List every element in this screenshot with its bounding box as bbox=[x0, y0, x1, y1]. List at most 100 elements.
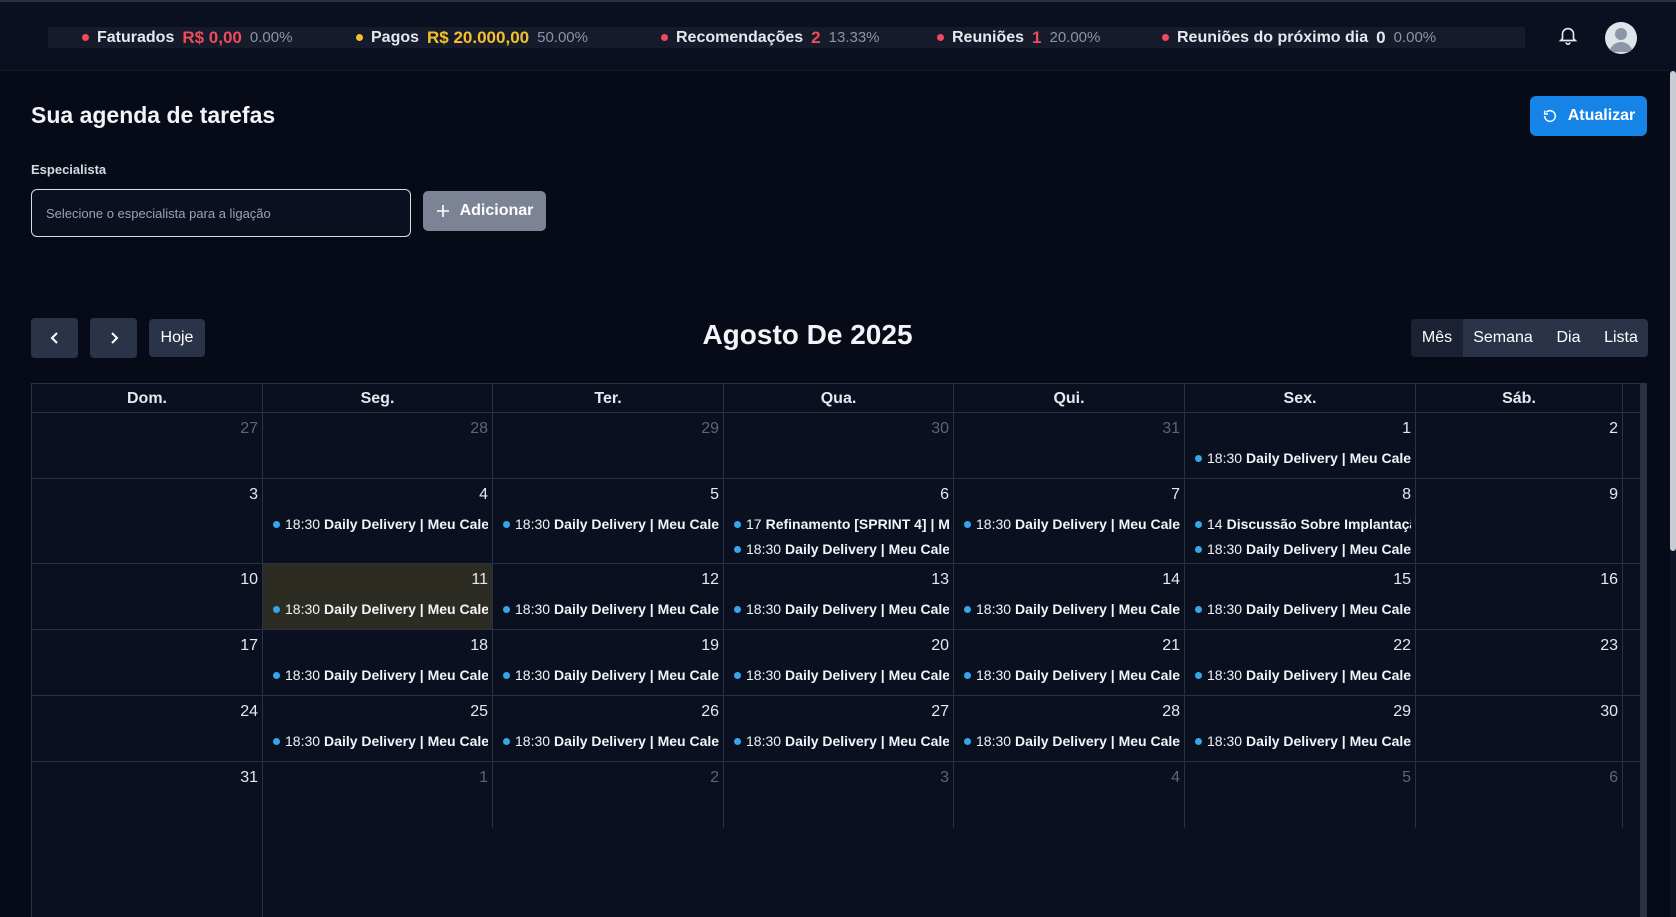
calendar-day-cell[interactable]: 27 18:30Daily Delivery | Meu Calendário bbox=[724, 696, 954, 761]
day-number[interactable]: 4 bbox=[479, 486, 488, 504]
calendar-day-cell[interactable]: 6 17Refinamento [SPRINT 4] | Meu Calendár… bbox=[724, 479, 954, 563]
calendar-event[interactable]: 18:30Daily Delivery | Meu Calendário bbox=[503, 666, 719, 684]
day-number[interactable]: 29 bbox=[1393, 703, 1411, 721]
calendar-day-cell[interactable]: 30 bbox=[724, 413, 954, 478]
day-number[interactable]: 31 bbox=[240, 769, 258, 787]
day-number[interactable]: 9 bbox=[1609, 486, 1618, 504]
calendar-day-cell[interactable]: 2 bbox=[1416, 413, 1623, 478]
calendar-scrollbar[interactable] bbox=[1640, 383, 1647, 917]
calendar-day-cell[interactable]: 27 bbox=[32, 413, 263, 478]
calendar-event[interactable]: 18:30Daily Delivery | Meu Calendário bbox=[964, 732, 1180, 750]
day-number[interactable]: 2 bbox=[1609, 420, 1618, 438]
view-week-button[interactable]: Semana bbox=[1463, 319, 1543, 357]
day-number[interactable]: 1 bbox=[1402, 420, 1411, 438]
calendar-day-cell[interactable]: 4 18:30Daily Delivery | Meu Calendário bbox=[263, 479, 493, 563]
day-number[interactable]: 30 bbox=[1600, 703, 1618, 721]
calendar-day-cell[interactable]: 15 18:30Daily Delivery | Meu Calendário bbox=[1185, 564, 1416, 629]
day-number[interactable]: 21 bbox=[1162, 637, 1180, 655]
calendar-day-cell[interactable]: 19 18:30Daily Delivery | Meu Calendário bbox=[493, 630, 724, 695]
calendar-day-cell[interactable]: 1 bbox=[263, 762, 493, 828]
calendar-event[interactable]: 18:30Daily Delivery | Meu Calendário bbox=[273, 732, 488, 750]
add-button[interactable]: Adicionar bbox=[423, 191, 546, 231]
day-number[interactable]: 1 bbox=[479, 769, 488, 787]
day-number[interactable]: 26 bbox=[701, 703, 719, 721]
day-number[interactable]: 14 bbox=[1162, 571, 1180, 589]
calendar-day-cell[interactable]: 23 bbox=[1416, 630, 1623, 695]
calendar-day-cell[interactable]: 25 18:30Daily Delivery | Meu Calendário bbox=[263, 696, 493, 761]
calendar-day-cell[interactable]: 28 18:30Daily Delivery | Meu Calendário bbox=[954, 696, 1185, 761]
day-number[interactable]: 30 bbox=[931, 420, 949, 438]
calendar-day-cell[interactable]: 17 bbox=[32, 630, 263, 695]
calendar-event[interactable]: 18:30Daily Delivery | Meu Calendário bbox=[964, 515, 1180, 533]
calendar-event[interactable]: 18:30Daily Delivery | Meu Calendário bbox=[503, 732, 719, 750]
day-number[interactable]: 28 bbox=[1162, 703, 1180, 721]
calendar-day-cell[interactable]: 20 18:30Daily Delivery | Meu Calendário bbox=[724, 630, 954, 695]
day-number[interactable]: 12 bbox=[701, 571, 719, 589]
calendar-event[interactable]: 18:30Daily Delivery | Meu Calendário bbox=[1195, 732, 1411, 750]
calendar-day-cell[interactable]: 16 bbox=[1416, 564, 1623, 629]
calendar-day-cell[interactable]: 6 bbox=[1416, 762, 1623, 828]
calendar-day-cell[interactable]: 28 bbox=[263, 413, 493, 478]
refresh-button[interactable]: Atualizar bbox=[1530, 96, 1647, 136]
day-number[interactable]: 23 bbox=[1600, 637, 1618, 655]
calendar-day-cell[interactable]: 11 18:30Daily Delivery | Meu Calendário bbox=[263, 564, 493, 629]
calendar-day-cell[interactable]: 12 18:30Daily Delivery | Meu Calendário bbox=[493, 564, 724, 629]
calendar-day-cell[interactable]: 21 18:30Daily Delivery | Meu Calendário bbox=[954, 630, 1185, 695]
calendar-event[interactable]: 18:30Daily Delivery | Meu Calendário bbox=[734, 600, 949, 618]
day-number[interactable]: 6 bbox=[940, 486, 949, 504]
page-scroll-thumb[interactable] bbox=[1670, 71, 1676, 551]
day-number[interactable]: 18 bbox=[470, 637, 488, 655]
day-number[interactable]: 27 bbox=[240, 420, 258, 438]
calendar-day-cell[interactable]: 2 bbox=[493, 762, 724, 828]
calendar-day-cell[interactable]: 5 18:30Daily Delivery | Meu Calendário bbox=[493, 479, 724, 563]
calendar-event[interactable]: 18:30Daily Delivery | Meu Calendário bbox=[964, 600, 1180, 618]
calendar-event[interactable]: 18:30Daily Delivery | Meu Calendário bbox=[273, 666, 488, 684]
day-number[interactable]: 5 bbox=[710, 486, 719, 504]
day-number[interactable]: 6 bbox=[1609, 769, 1618, 787]
day-number[interactable]: 8 bbox=[1402, 486, 1411, 504]
day-number[interactable]: 29 bbox=[701, 420, 719, 438]
calendar-day-cell[interactable]: 3 bbox=[724, 762, 954, 828]
calendar-day-cell[interactable]: 26 18:30Daily Delivery | Meu Calendário bbox=[493, 696, 724, 761]
day-number[interactable]: 7 bbox=[1171, 486, 1180, 504]
view-day-button[interactable]: Dia bbox=[1543, 319, 1594, 357]
day-number[interactable]: 4 bbox=[1171, 769, 1180, 787]
calendar-day-cell[interactable]: 31 bbox=[32, 762, 263, 828]
calendar-event[interactable]: 18:30Daily Delivery | Meu Calendário bbox=[734, 666, 949, 684]
calendar-day-cell[interactable]: 29 bbox=[493, 413, 724, 478]
day-number[interactable]: 27 bbox=[931, 703, 949, 721]
day-number[interactable]: 19 bbox=[701, 637, 719, 655]
day-number[interactable]: 3 bbox=[249, 486, 258, 504]
calendar-event[interactable]: 14 Discussão Sobre Implantação bbox=[1195, 515, 1411, 533]
day-number[interactable]: 16 bbox=[1600, 571, 1618, 589]
day-number[interactable]: 17 bbox=[240, 637, 258, 655]
calendar-event[interactable]: 18:30Daily Delivery | Meu Calendário bbox=[734, 540, 949, 558]
calendar-event[interactable]: 17Refinamento [SPRINT 4] | Meu Calendári… bbox=[734, 515, 949, 533]
day-number[interactable]: 20 bbox=[931, 637, 949, 655]
day-number[interactable]: 13 bbox=[931, 571, 949, 589]
day-number[interactable]: 15 bbox=[1393, 571, 1411, 589]
specialist-select[interactable]: Selecione o especialista para a ligação bbox=[31, 189, 411, 237]
day-number[interactable]: 25 bbox=[470, 703, 488, 721]
calendar-day-cell[interactable]: 10 bbox=[32, 564, 263, 629]
calendar-day-cell[interactable]: 13 18:30Daily Delivery | Meu Calendário bbox=[724, 564, 954, 629]
calendar-day-cell[interactable]: 9 bbox=[1416, 479, 1623, 563]
calendar-day-cell[interactable]: 3 bbox=[32, 479, 263, 563]
calendar-event[interactable]: 18:30Daily Delivery | Meu Calendário bbox=[1195, 600, 1411, 618]
day-number[interactable]: 28 bbox=[470, 420, 488, 438]
bell-icon[interactable] bbox=[1557, 23, 1579, 47]
day-number[interactable]: 5 bbox=[1402, 769, 1411, 787]
add-label[interactable]: Adicionar bbox=[460, 202, 534, 220]
calendar-day-cell[interactable]: 29 18:30Daily Delivery | Meu Calendário bbox=[1185, 696, 1416, 761]
calendar-event[interactable]: 18:30Daily Delivery | Meu Calendário bbox=[273, 600, 488, 618]
calendar-event[interactable]: 18:30Daily Delivery | Meu Calendário bbox=[1195, 449, 1411, 467]
calendar-event[interactable]: 18:30Daily Delivery | Meu Calendário bbox=[1195, 666, 1411, 684]
next-month-button[interactable] bbox=[90, 318, 137, 358]
calendar-event[interactable]: 18:30Daily Delivery | Meu Calendário bbox=[734, 732, 949, 750]
calendar-day-cell[interactable]: 14 18:30Daily Delivery | Meu Calendário bbox=[954, 564, 1185, 629]
calendar-day-cell[interactable]: 31 bbox=[954, 413, 1185, 478]
calendar-event[interactable]: 18:30Daily Delivery | Meu Calendário bbox=[503, 515, 719, 533]
day-number[interactable]: 2 bbox=[710, 769, 719, 787]
calendar-day-cell[interactable]: 30 bbox=[1416, 696, 1623, 761]
calendar-day-cell[interactable]: 5 bbox=[1185, 762, 1416, 828]
